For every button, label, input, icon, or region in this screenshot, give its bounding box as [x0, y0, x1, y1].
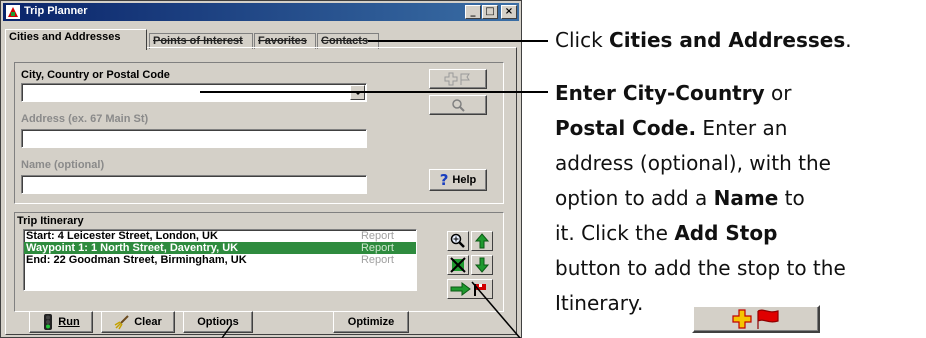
instr-bold: Postal Code. [555, 116, 697, 140]
instr-text: address (optional), with the [555, 151, 831, 175]
add-stop-button-illustration [692, 305, 820, 333]
instr-text: Itinerary. [555, 291, 644, 315]
instr-text: button to add the stop to the [555, 256, 846, 280]
callout-line-itinerary [471, 281, 521, 338]
tab-label: Cities and Addresses [9, 31, 121, 43]
instruction-step-1: Click Cities and Addresses. [555, 26, 852, 54]
instr-bold: Enter City-Country [555, 81, 765, 105]
instruction-step-2: Enter City-Country or Postal Code. Enter… [555, 76, 846, 321]
instr-bold: Cities and Addresses [609, 28, 846, 52]
callout-line-options [221, 323, 233, 338]
instr-text: or [764, 81, 792, 105]
instr-text: . [845, 28, 852, 52]
instr-bold: Name [713, 186, 779, 210]
instr-bold: Add Stop [674, 221, 778, 245]
instr-text: to [778, 186, 805, 210]
tab-cities-and-addresses[interactable]: Cities and Addresses [5, 29, 147, 50]
instr-text: Click [555, 28, 610, 52]
add-stop-icon [732, 309, 779, 329]
instr-text: it. Click the [555, 221, 675, 245]
instr-text: option to add a [555, 186, 714, 210]
instr-text: Enter an [696, 116, 788, 140]
